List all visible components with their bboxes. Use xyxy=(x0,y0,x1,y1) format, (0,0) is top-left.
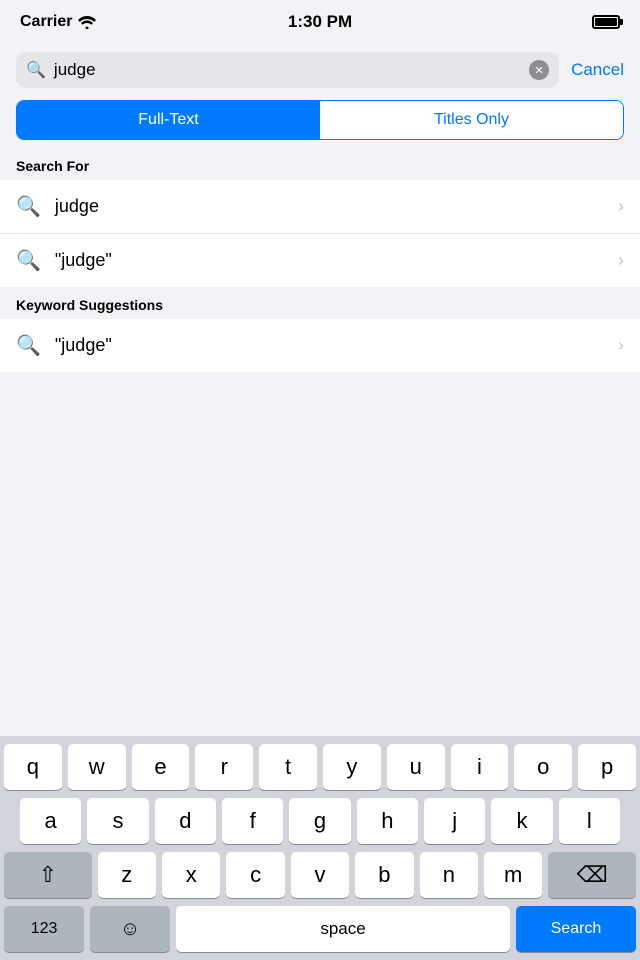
search-for-list: 🔍 judge › 🔍 "judge" › xyxy=(0,180,640,287)
chevron-icon-3: › xyxy=(618,335,624,356)
search-key[interactable]: Search xyxy=(516,906,636,952)
key-w[interactable]: w xyxy=(68,744,126,790)
key-e[interactable]: e xyxy=(132,744,190,790)
key-r[interactable]: r xyxy=(195,744,253,790)
key-l[interactable]: l xyxy=(559,798,620,844)
titles-only-tab[interactable]: Titles Only xyxy=(320,101,623,139)
result-row[interactable]: 🔍 judge › xyxy=(0,180,640,234)
key-n[interactable]: n xyxy=(420,852,478,898)
key-row-3: ⇧ z x c v b n m ⌫ xyxy=(0,844,640,898)
key-q[interactable]: q xyxy=(4,744,62,790)
search-icon-row2: 🔍 xyxy=(16,248,41,273)
key-c[interactable]: c xyxy=(226,852,284,898)
key-v[interactable]: v xyxy=(291,852,349,898)
key-s[interactable]: s xyxy=(87,798,148,844)
search-for-header: Search For xyxy=(0,148,640,180)
key-o[interactable]: o xyxy=(514,744,572,790)
search-icon-row1: 🔍 xyxy=(16,194,41,219)
chevron-icon-2: › xyxy=(618,250,624,271)
key-h[interactable]: h xyxy=(357,798,418,844)
result-text-1: judge xyxy=(55,196,604,217)
keyword-suggestions-header: Keyword Suggestions xyxy=(0,287,640,319)
key-a[interactable]: a xyxy=(20,798,81,844)
key-m[interactable]: m xyxy=(484,852,542,898)
clear-button[interactable] xyxy=(529,60,549,80)
search-bar: 🔍 judge Cancel xyxy=(0,44,640,96)
full-text-tab[interactable]: Full-Text xyxy=(17,101,320,139)
result-text-3: "judge" xyxy=(55,335,604,356)
key-row-1: q w e r t y u i o p xyxy=(0,736,640,790)
key-t[interactable]: t xyxy=(259,744,317,790)
key-row-2: a s d f g h j k l xyxy=(0,790,640,844)
numbers-key[interactable]: 123 xyxy=(4,906,84,952)
key-d[interactable]: d xyxy=(155,798,216,844)
key-y[interactable]: y xyxy=(323,744,381,790)
key-i[interactable]: i xyxy=(451,744,509,790)
space-key[interactable]: space xyxy=(176,906,510,952)
key-p[interactable]: p xyxy=(578,744,636,790)
shift-key[interactable]: ⇧ xyxy=(4,852,92,898)
status-right xyxy=(592,15,620,29)
search-input-wrap[interactable]: 🔍 judge xyxy=(16,52,559,88)
status-time: 1:30 PM xyxy=(288,12,352,32)
wifi-icon xyxy=(78,16,96,29)
result-row-2[interactable]: 🔍 "judge" › xyxy=(0,234,640,287)
key-row-bottom: 123 ☺ space Search xyxy=(0,898,640,960)
search-query[interactable]: judge xyxy=(54,60,521,80)
key-g[interactable]: g xyxy=(289,798,350,844)
carrier-label: Carrier xyxy=(20,13,72,31)
search-icon-row3: 🔍 xyxy=(16,333,41,358)
key-u[interactable]: u xyxy=(387,744,445,790)
delete-key[interactable]: ⌫ xyxy=(548,852,636,898)
keyboard: q w e r t y u i o p a s d f g h j k l ⇧ … xyxy=(0,736,640,960)
status-bar: Carrier 1:30 PM xyxy=(0,0,640,44)
segmented-control: Full-Text Titles Only xyxy=(16,100,624,140)
keyword-suggestions-list: 🔍 "judge" › xyxy=(0,319,640,372)
key-x[interactable]: x xyxy=(162,852,220,898)
result-row-3[interactable]: 🔍 "judge" › xyxy=(0,319,640,372)
key-f[interactable]: f xyxy=(222,798,283,844)
key-k[interactable]: k xyxy=(491,798,552,844)
key-j[interactable]: j xyxy=(424,798,485,844)
chevron-icon-1: › xyxy=(618,196,624,217)
carrier-info: Carrier xyxy=(20,13,96,31)
emoji-key[interactable]: ☺ xyxy=(90,906,170,952)
key-z[interactable]: z xyxy=(98,852,156,898)
result-text-2: "judge" xyxy=(55,250,604,271)
key-b[interactable]: b xyxy=(355,852,413,898)
search-icon: 🔍 xyxy=(26,60,46,80)
cancel-button[interactable]: Cancel xyxy=(571,60,624,80)
battery-icon xyxy=(592,15,620,29)
